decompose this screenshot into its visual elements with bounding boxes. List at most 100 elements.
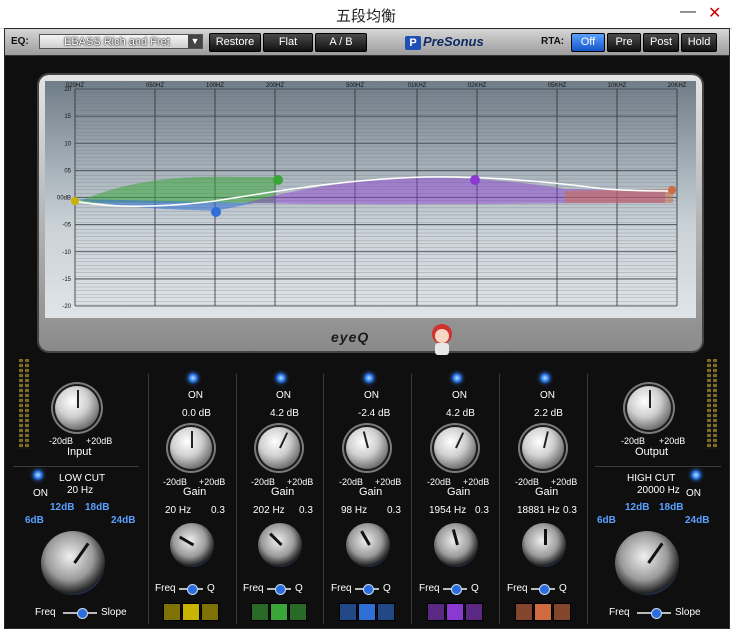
band5-q-value: 0.3 (563, 505, 577, 516)
band5-gain-knob[interactable] (522, 427, 564, 469)
band3-freq-q-toggle[interactable] (355, 584, 379, 595)
input-label: Input (67, 446, 92, 458)
highcut-slope-6[interactable]: 6dB (597, 515, 616, 526)
band1-high-shelf-icon[interactable] (201, 603, 219, 621)
band1-freq-q-toggle[interactable] (179, 584, 203, 595)
db-tick-label: -20 (62, 304, 71, 310)
band2-high-shelf-icon[interactable] (289, 603, 307, 621)
lowcut-knob[interactable] (41, 531, 105, 595)
band4-freq-q-toggle[interactable] (443, 584, 467, 595)
output-max: +20dB (659, 436, 686, 446)
band2-led[interactable] (276, 373, 286, 383)
mascot-icon (432, 324, 452, 355)
rta-pre-button[interactable]: Pre (607, 33, 641, 52)
close-icon[interactable]: ✕ (708, 3, 721, 23)
band1-freq-value: 20 Hz (165, 505, 192, 516)
band5-handle[interactable] (668, 186, 676, 194)
input-meter-right (25, 359, 29, 449)
band2-freq-knob[interactable] (258, 523, 302, 567)
input-meter-left (19, 359, 23, 449)
band1-led[interactable] (188, 373, 198, 383)
band5-freq-q-toggle[interactable] (531, 584, 555, 595)
rta-off-button[interactable]: Off (571, 33, 605, 52)
band4-gain-knob[interactable] (434, 427, 476, 469)
minimize-icon[interactable]: — (680, 3, 696, 21)
band5-peak-icon[interactable] (534, 603, 552, 621)
band1-peak-icon[interactable] (182, 603, 200, 621)
chevron-down-icon[interactable]: ▼ (188, 35, 202, 48)
band1-low-shelf-icon[interactable] (163, 603, 181, 621)
band2-freq-q-toggle[interactable] (267, 584, 291, 595)
band3-high-shelf-icon[interactable] (377, 603, 395, 621)
window-titlebar: 五段均衡 — ✕ (0, 0, 732, 29)
band4-peak-icon[interactable] (446, 603, 464, 621)
band4-q-value: 0.3 (475, 505, 489, 516)
highcut-slope-12[interactable]: 12dB (625, 502, 649, 513)
presonus-logo-icon: P (405, 36, 421, 50)
band2-handle[interactable] (273, 175, 283, 185)
band5-freq-knob[interactable] (522, 523, 566, 567)
band3-handle[interactable] (211, 207, 221, 217)
preset-select[interactable]: EBASS Rich and Fret ▼ (39, 34, 203, 49)
db-labels: 20 15 10 05 00dB -05 -10 -15 -20 (57, 87, 72, 310)
band3-low-shelf-icon[interactable] (339, 603, 357, 621)
band1-freq-knob[interactable] (170, 523, 214, 567)
band3-gain-knob[interactable] (346, 427, 388, 469)
band-separator-3 (323, 374, 324, 624)
freq-labels: 020HZ 050HZ 100HZ 200HZ 500HZ 01KHZ 02KHZ 05KHZ… (66, 83, 687, 89)
lowcut-slope-6[interactable]: 6dB (25, 515, 44, 526)
lowcut-led[interactable] (33, 470, 43, 480)
band3-led[interactable] (364, 373, 374, 383)
lowcut-slope-12[interactable]: 12dB (50, 502, 74, 513)
band2-filter-shapes (251, 603, 307, 621)
band4-high-shelf-icon[interactable] (465, 603, 483, 621)
freq-tick-label: 10KHZ (608, 83, 627, 89)
lowcut-slope-24[interactable]: 24dB (111, 515, 135, 526)
band1-q-label: Q (207, 583, 215, 594)
band2-gain-knob[interactable] (258, 427, 300, 469)
lowcut-mode-toggle[interactable] (63, 608, 97, 619)
band3-freq-label: Freq (331, 583, 352, 594)
ab-button[interactable]: A / B (315, 33, 367, 52)
band4-gain-label: Gain (447, 486, 471, 498)
highcut-slope-24[interactable]: 24dB (685, 515, 709, 526)
lowcut-slope-18[interactable]: 18dB (85, 502, 109, 513)
highcut-slope-label: Slope (675, 607, 701, 618)
band-separator-6 (587, 374, 588, 624)
band1-gain-value: 0.0 dB (182, 408, 211, 419)
rta-label: RTA: (541, 36, 565, 47)
eq-graph[interactable]: 020HZ 050HZ 100HZ 200HZ 500HZ 01KHZ 02KHZ 05KHZ… (45, 81, 696, 318)
flat-button[interactable]: Flat (263, 33, 313, 52)
band2-low-shelf-icon[interactable] (251, 603, 269, 621)
input-knob[interactable] (55, 386, 99, 430)
band3-peak-icon[interactable] (358, 603, 376, 621)
eq-app: EQ: EBASS Rich and Fret ▼ Restore Flat A… (4, 28, 730, 629)
db-tick-label: 00dB (57, 196, 71, 202)
band1-gain-knob[interactable] (170, 427, 212, 469)
band1-handle[interactable] (71, 197, 79, 205)
band4-low-shelf-icon[interactable] (427, 603, 445, 621)
highcut-divider (595, 466, 721, 467)
band4-on: ON (452, 390, 467, 401)
highcut-slope-18[interactable]: 18dB (659, 502, 683, 513)
freq-tick-label: 20KHZ (668, 83, 687, 89)
input-min: -20dB (49, 436, 74, 446)
band5-high-shelf-icon[interactable] (553, 603, 571, 621)
rta-post-button[interactable]: Post (643, 33, 679, 52)
lowcut-value: 20 Hz (67, 485, 94, 496)
freq-tick-label: 01KHZ (408, 83, 427, 89)
highcut-led[interactable] (691, 470, 701, 480)
band4-led[interactable] (452, 373, 462, 383)
band4-gain-value: 4.2 dB (446, 408, 475, 419)
band4-handle[interactable] (470, 175, 480, 185)
band5-low-shelf-icon[interactable] (515, 603, 533, 621)
band4-freq-knob[interactable] (434, 523, 478, 567)
highcut-mode-toggle[interactable] (637, 608, 671, 619)
band2-peak-icon[interactable] (270, 603, 288, 621)
rta-hold-button[interactable]: Hold (681, 33, 717, 52)
highcut-knob[interactable] (615, 531, 679, 595)
band3-freq-knob[interactable] (346, 523, 390, 567)
band5-led[interactable] (540, 373, 550, 383)
output-knob[interactable] (627, 386, 671, 430)
restore-button[interactable]: Restore (209, 33, 261, 52)
